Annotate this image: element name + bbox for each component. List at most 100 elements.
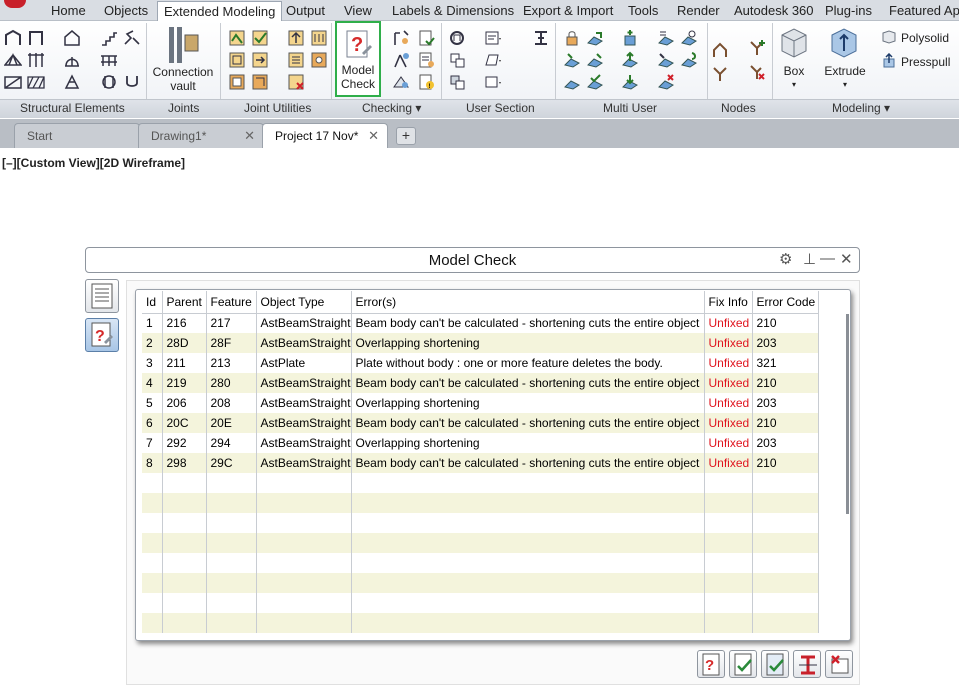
extrude-icon[interactable] [828, 25, 860, 59]
check-collision-icon[interactable] [392, 29, 410, 47]
table-row[interactable]: 7 292 294 AstBeamStraight Overlapping shorte… [142, 433, 819, 453]
multi-user-remove-icon[interactable] [657, 73, 675, 91]
column-header-parent[interactable]: Parent [162, 291, 207, 314]
column-header-feature[interactable]: Feature [206, 291, 257, 314]
tab-view[interactable]: View [344, 3, 372, 18]
list-view-button[interactable] [85, 279, 119, 313]
panel-checking[interactable]: Checking ▾ [362, 101, 421, 115]
panel-multi-user[interactable]: Multi User [603, 101, 657, 115]
section-box-dropdown-icon[interactable] [484, 73, 502, 91]
palette-title-bar[interactable]: Model Check ⚙ ⊥ — ✕ [85, 247, 860, 273]
panel-modeling[interactable]: Modeling ▾ [832, 101, 890, 115]
tab-labels-dimensions[interactable]: Labels & Dimensions [392, 3, 514, 18]
node-arch-icon[interactable] [711, 41, 729, 59]
joint-transfer-icon[interactable] [251, 51, 269, 69]
polysolid-button[interactable]: Polysolid [901, 31, 949, 45]
joint-update-icon[interactable] [251, 29, 269, 47]
railing-icon[interactable] [100, 51, 118, 69]
close-icon[interactable]: ✕ [244, 128, 255, 144]
pin-icon[interactable]: ⊥ [803, 250, 816, 268]
panel-user-section[interactable]: User Section [466, 101, 535, 115]
empty-table-row[interactable] [142, 493, 819, 513]
joint-explode-icon[interactable] [310, 51, 328, 69]
table-row[interactable]: 8 298 29C AstBeamStraight Beam body can't be… [142, 453, 819, 473]
tab-extended-modeling[interactable]: Extended Modeling [157, 1, 283, 22]
close-icon[interactable]: ✕ [368, 128, 379, 144]
section-shape-dropdown-icon[interactable] [484, 51, 502, 69]
connection-vault-icon[interactable] [166, 25, 200, 65]
doc-tab-drawing1[interactable]: Drawing1* ✕ [138, 123, 264, 148]
multi-user-up-icon[interactable] [621, 51, 639, 69]
user-section-merge-icon[interactable] [448, 73, 466, 91]
multi-user-check-icon[interactable] [586, 73, 604, 91]
gear-icon[interactable]: ⚙ [779, 250, 792, 268]
stair-icon[interactable] [100, 29, 118, 47]
multi-user-import-icon[interactable] [657, 51, 675, 69]
section-profile-icon[interactable] [532, 29, 550, 47]
column-header-fix-info[interactable]: Fix Info [704, 291, 753, 314]
minimize-icon[interactable]: — [820, 250, 835, 267]
multi-user-compare-icon[interactable] [680, 29, 698, 47]
column-header-object-type[interactable]: Object Type [256, 291, 352, 314]
multi-user-down-icon[interactable] [621, 73, 639, 91]
columns-icon[interactable] [27, 51, 45, 69]
joint-ungroup-icon[interactable] [251, 73, 269, 91]
empty-table-row[interactable] [142, 513, 819, 533]
user-section-create-icon[interactable] [448, 29, 466, 47]
multi-user-export-icon[interactable] [563, 73, 581, 91]
empty-table-row[interactable] [142, 533, 819, 553]
tab-home[interactable]: Home [51, 3, 86, 18]
fix-all-button[interactable] [761, 650, 789, 678]
tab-featured-apps[interactable]: Featured Apps [889, 3, 959, 18]
connection-vault-button[interactable]: Connection vault [150, 65, 216, 93]
check-audit-icon[interactable] [417, 29, 435, 47]
truss-icon[interactable] [4, 51, 22, 69]
joint-library-icon[interactable] [310, 29, 328, 47]
gable-icon[interactable] [63, 29, 81, 47]
dome-icon[interactable] [63, 51, 81, 69]
panel-joint-utilities[interactable]: Joint Utilities [244, 101, 311, 115]
vertical-scrollbar[interactable] [846, 314, 849, 514]
multi-user-lock-icon[interactable] [563, 29, 581, 47]
multi-user-refresh-icon[interactable] [680, 51, 698, 69]
panel-structural-elements[interactable]: Structural Elements [20, 101, 125, 115]
check-model-button[interactable]: ? [697, 650, 725, 678]
multi-user-merge-icon[interactable] [586, 51, 604, 69]
table-row[interactable]: 1 216 217 AstBeamStraight Beam body can't be… [142, 313, 819, 333]
model-check-button[interactable]: ? Model Check [335, 21, 381, 97]
table-row[interactable]: 3 211 213 AstPlate Plate without body : one … [142, 353, 819, 373]
joint-copy-icon[interactable] [228, 51, 246, 69]
app-logo-icon[interactable] [4, 0, 26, 8]
delete-errors-button[interactable] [825, 650, 853, 678]
tab-autodesk-360[interactable]: Autodesk 360 [734, 3, 814, 18]
multi-user-list-icon[interactable] [657, 29, 675, 47]
column-header-error-code[interactable]: Error Code [752, 291, 819, 314]
viewport-controls[interactable]: [–][Custom View][2D Wireframe] [2, 156, 185, 170]
panel-joints[interactable]: Joints [168, 101, 199, 115]
portal-frame-icon[interactable] [4, 29, 22, 47]
check-view-button[interactable]: ? [85, 318, 119, 352]
node-y-icon[interactable] [711, 65, 729, 83]
presspull-button[interactable]: Presspull [901, 55, 950, 69]
joint-upgrade-icon[interactable] [287, 29, 305, 47]
joint-delete-icon[interactable] [287, 73, 305, 91]
box-button[interactable]: Box ▾ [774, 64, 814, 92]
bracing-icon[interactable] [4, 73, 22, 91]
multi-user-share-icon[interactable] [586, 29, 604, 47]
check-warning-icon[interactable]: ! [417, 73, 435, 91]
column-header-id[interactable]: Id [142, 291, 163, 314]
user-section-define-icon[interactable] [448, 51, 466, 69]
cage-ladder-icon[interactable] [100, 73, 118, 91]
doc-tab-project[interactable]: Project 17 Nov* ✕ [262, 123, 388, 148]
check-clash-icon[interactable] [392, 73, 410, 91]
node-add-icon[interactable] [748, 39, 766, 57]
empty-table-row[interactable] [142, 573, 819, 593]
box-icon[interactable] [778, 25, 810, 59]
tab-output[interactable]: Output [286, 3, 325, 18]
node-remove-icon[interactable] [748, 63, 766, 81]
multi-user-add-icon[interactable] [621, 29, 639, 47]
fix-selected-button[interactable] [729, 650, 757, 678]
tab-render[interactable]: Render [677, 3, 720, 18]
section-list-dropdown-icon[interactable] [484, 29, 502, 47]
joint-properties-icon[interactable] [287, 51, 305, 69]
